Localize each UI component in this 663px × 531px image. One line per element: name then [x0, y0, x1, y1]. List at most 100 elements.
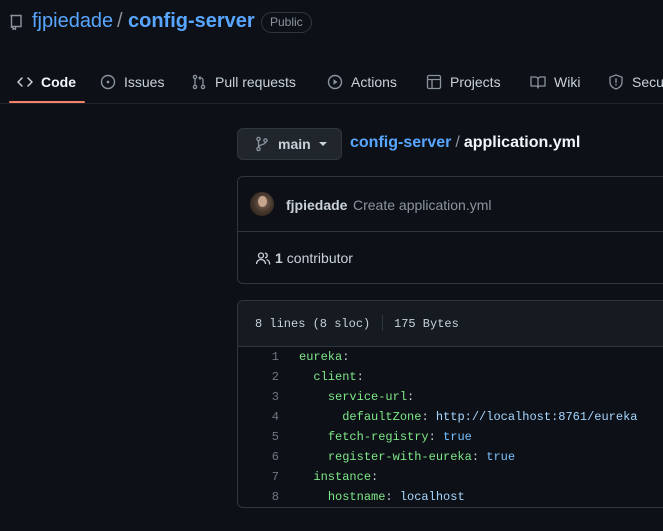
tab-wiki[interactable]: Wiki [530, 60, 580, 103]
contributors-summary[interactable]: 1 contributor [255, 250, 353, 266]
yaml-key: hostname [327, 490, 386, 504]
yaml-key: defaultZone [342, 410, 422, 424]
file-line-count: 8 lines (8 sloc) [255, 317, 371, 331]
yaml-colon: : [428, 430, 436, 444]
repo-path-separator: / [117, 10, 123, 32]
code-line: 7 instance: [238, 467, 663, 487]
breadcrumb-separator: / [455, 134, 460, 151]
yaml-value: http://localhost:8761/eureka [435, 410, 638, 424]
code-line-content: defaultZone: http://localhost:8761/eurek… [299, 410, 637, 424]
commit-message-link[interactable]: Create application.yml [353, 197, 492, 213]
latest-commit-box: fjpiedade Create application.yml 1 contr… [237, 176, 663, 284]
contributors-count: 1 [275, 250, 283, 266]
code-icon [17, 76, 33, 87]
code-line-content: service-url: [299, 390, 414, 404]
branch-name: main [278, 136, 311, 152]
yaml-value: localhost [399, 490, 465, 504]
line-number[interactable]: 1 [238, 350, 279, 364]
tab-actions[interactable]: Actions [327, 60, 397, 103]
yaml-key: instance [313, 470, 372, 484]
play-icon [327, 74, 343, 89]
breadcrumb-repo-link[interactable]: config-server [350, 134, 451, 151]
yaml-colon: : [342, 350, 350, 364]
tab-security-label: Secu [632, 73, 663, 90]
breadcrumb-file-name: application.yml [463, 134, 581, 151]
yaml-key: register-with-eureka [327, 450, 472, 464]
code-line: 3 service-url: [238, 387, 663, 407]
tab-projects[interactable]: Projects [426, 60, 501, 103]
tab-pull-requests[interactable]: Pull requests [191, 60, 296, 103]
code-line: 5 fetch-registry: true [238, 427, 663, 447]
caret-down-icon [318, 142, 327, 146]
code-line: 8 hostname: localhost [238, 487, 663, 507]
tab-issues[interactable]: Issues [100, 60, 164, 103]
line-number[interactable]: 2 [238, 370, 279, 384]
branch-select-button[interactable]: main [237, 128, 342, 160]
code-line-content: register-with-eureka: true [299, 450, 515, 464]
yaml-colon: : [407, 390, 415, 404]
yaml-key: fetch-registry [327, 430, 429, 444]
tab-pull-requests-label: Pull requests [215, 73, 296, 90]
active-tab-indicator [9, 101, 85, 103]
table-icon [426, 74, 442, 89]
latest-commit-row: fjpiedade Create application.yml [238, 177, 663, 232]
tab-security[interactable]: Secu [608, 60, 663, 103]
yaml-key: eureka [299, 350, 343, 364]
code-line: 1 eureka: [238, 347, 663, 367]
repo-icon [10, 14, 22, 30]
yaml-key: service-url [327, 390, 408, 404]
tab-issues-label: Issues [124, 73, 165, 90]
line-number[interactable]: 3 [238, 390, 279, 404]
yaml-colon: : [471, 450, 480, 464]
file-info-divider [382, 315, 383, 331]
commit-author-link[interactable]: fjpiedade [286, 197, 347, 213]
tab-projects-label: Projects [450, 73, 501, 90]
line-number[interactable]: 4 [238, 410, 279, 424]
people-icon [255, 252, 271, 265]
git-pull-request-icon [192, 74, 206, 89]
shield-icon [609, 73, 623, 90]
repo-nav-tabs: Code Issues Pull requests Actions Projec… [0, 60, 663, 104]
line-number[interactable]: 6 [238, 450, 279, 464]
author-avatar[interactable] [250, 192, 274, 216]
yaml-colon: : [385, 490, 393, 504]
yaml-value: true [486, 450, 516, 464]
repo-owner-link[interactable]: fjpiedade [32, 10, 113, 33]
yaml-value: true [443, 430, 472, 444]
file-info-bar: 8 lines (8 sloc) 175 Bytes [238, 301, 663, 347]
file-size: 175 Bytes [394, 317, 459, 331]
line-number[interactable]: 7 [238, 470, 279, 484]
repo-header: fjpiedade / config-server Public [0, 0, 663, 46]
issue-opened-icon [100, 74, 116, 89]
yaml-colon: : [356, 370, 364, 384]
git-branch-icon [256, 136, 268, 152]
code-line-content: hostname: localhost [299, 490, 465, 504]
file-breadcrumb: config-server / application.yml [350, 134, 580, 152]
file-viewer: 8 lines (8 sloc) 175 Bytes 1 eureka: 2 cli… [237, 300, 663, 508]
code-line: 4 defaultZone: http://localhost:8761/eur… [238, 407, 663, 427]
tab-code-label: Code [41, 73, 76, 90]
line-number[interactable]: 5 [238, 430, 279, 444]
line-number[interactable]: 8 [238, 490, 279, 504]
code-line: 6 register-with-eureka: true [238, 447, 663, 467]
tab-code[interactable]: Code [17, 60, 76, 103]
code-line-content: instance: [299, 470, 378, 484]
yaml-key: client [313, 370, 357, 384]
code-line: 2 client: [238, 367, 663, 387]
tab-wiki-label: Wiki [554, 73, 581, 90]
code-line-content: eureka: [299, 350, 349, 364]
contributors-label: contributor [286, 250, 353, 266]
code-line-content: fetch-registry: true [299, 430, 472, 444]
tab-actions-label: Actions [351, 73, 397, 90]
yaml-colon: : [421, 410, 429, 424]
code-line-content: client: [299, 370, 364, 384]
yaml-colon: : [371, 470, 379, 484]
repo-name-link[interactable]: config-server [128, 10, 255, 33]
